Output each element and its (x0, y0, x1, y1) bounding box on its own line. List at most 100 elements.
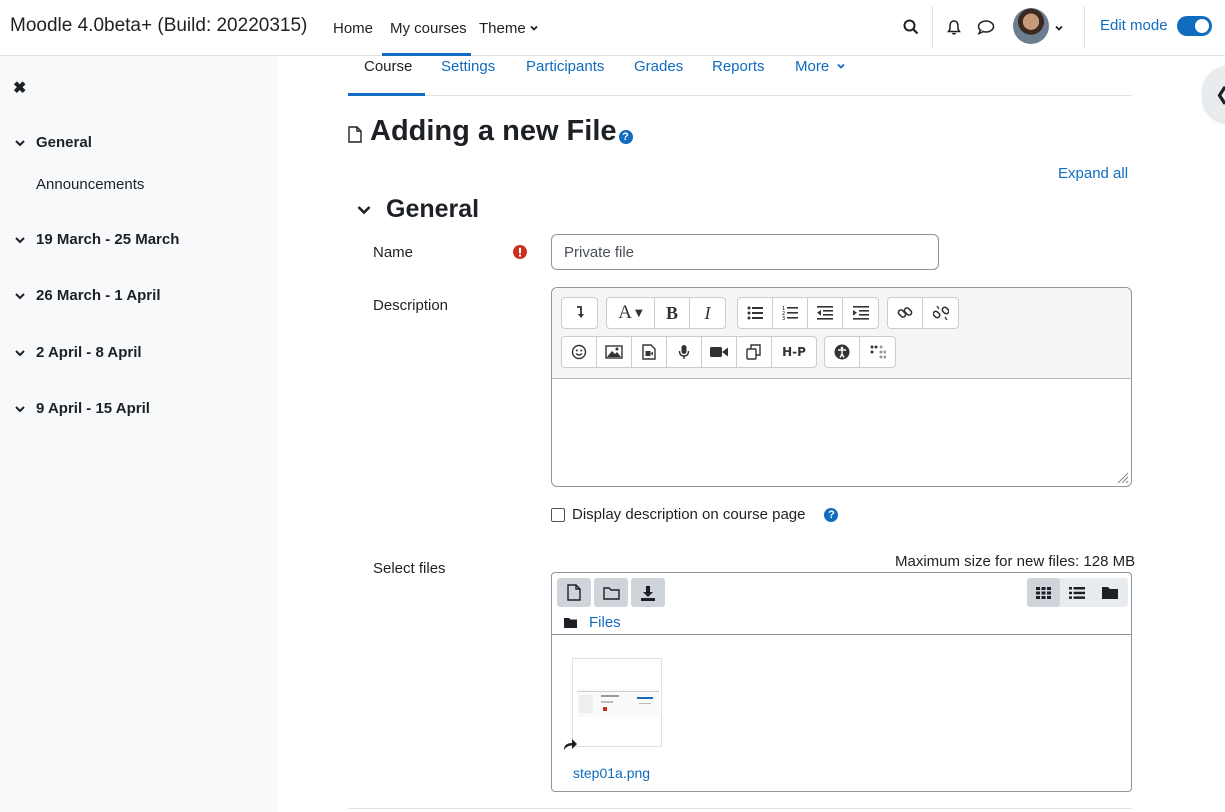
block-drawer-toggle[interactable]: ❮ (1203, 66, 1225, 122)
view-switcher (1027, 578, 1128, 607)
secondary-navigation: Course Settings Participants Grades Repo… (348, 56, 1132, 96)
drawer-section-label: 2 April - 8 April (36, 344, 142, 361)
toolbar-group-media: H-P (561, 336, 817, 368)
chat-icon[interactable] (975, 16, 997, 38)
name-input[interactable] (551, 234, 939, 270)
download-button[interactable] (631, 578, 665, 607)
display-description-label[interactable]: Display description on course page (572, 506, 805, 523)
page-header: Adding a new File ? (348, 115, 633, 148)
collapse-toolbar-button[interactable] (562, 298, 597, 328)
files-path-link[interactable]: Files (589, 614, 621, 631)
toggle-knob (1195, 19, 1209, 33)
file-name-link[interactable]: step01a.png (573, 765, 650, 781)
expand-all-link[interactable]: Expand all (1058, 165, 1128, 182)
nav-my-courses[interactable]: My courses (382, 0, 471, 56)
drawer-section-week-3[interactable]: 2 April - 8 April (14, 344, 142, 361)
chevron-down-icon (15, 292, 25, 299)
toolbar-group-lists: 123 (737, 297, 879, 329)
navbar-divider (1084, 6, 1085, 48)
toolbar-group-accessibility (824, 336, 896, 368)
drawer-section-label: General (36, 134, 92, 151)
italic-button[interactable]: I (690, 298, 725, 328)
image-button[interactable] (597, 337, 632, 367)
add-file-button[interactable] (557, 578, 591, 607)
drawer-section-label: 9 April - 15 April (36, 400, 150, 417)
drawer-section-label: 19 March - 25 March (36, 231, 180, 248)
chevron-down-icon[interactable] (1054, 20, 1064, 37)
tab-course[interactable]: Course (364, 56, 412, 96)
indent-button[interactable] (843, 298, 878, 328)
toolbar-group-style: A ▼ B I (606, 297, 726, 329)
name-label: Name (373, 244, 414, 261)
chevron-down-icon (15, 405, 25, 412)
bell-icon[interactable] (943, 16, 965, 38)
max-size-text: Maximum size for new files: 128 MB (895, 553, 1136, 570)
file-thumbnail[interactable] (572, 658, 662, 747)
section-general-header[interactable]: General (356, 195, 479, 224)
display-description-checkbox[interactable] (551, 507, 565, 522)
svg-text:3: 3 (782, 316, 785, 321)
drawer-item-announcements[interactable]: Announcements (36, 176, 144, 193)
search-icon[interactable] (900, 16, 922, 38)
tab-settings[interactable]: Settings (441, 56, 495, 96)
file-icon (348, 126, 362, 143)
chevron-down-icon (837, 63, 845, 69)
h5p-button[interactable]: H-P (772, 337, 816, 367)
editor-toolbar: A ▼ B I 123 H-P (552, 288, 1131, 379)
help-icon[interactable]: ? (824, 507, 839, 522)
unordered-list-button[interactable] (738, 298, 773, 328)
grid-view-icon[interactable] (1027, 578, 1060, 607)
unlink-button[interactable] (923, 298, 958, 328)
site-brand[interactable]: Moodle 4.0beta+ (Build: 20220315) (10, 15, 307, 37)
font-style-button[interactable]: A ▼ (607, 298, 655, 328)
edit-mode-label[interactable]: Edit mode (1100, 17, 1168, 34)
accessibility-checker-button[interactable] (825, 337, 860, 367)
help-icon[interactable]: ? (618, 129, 633, 144)
bold-button[interactable]: B (655, 298, 690, 328)
nav-theme-label: Theme (479, 19, 526, 37)
tab-participants[interactable]: Participants (526, 56, 604, 96)
drawer-section-week-4[interactable]: 9 April - 15 April (14, 400, 150, 417)
editor-content-area[interactable] (552, 379, 1131, 486)
video-button[interactable] (702, 337, 737, 367)
edit-mode-toggle[interactable] (1177, 16, 1212, 36)
nav-home[interactable]: Home (325, 0, 382, 56)
drawer-section-general[interactable]: General (14, 134, 92, 151)
create-folder-button[interactable] (594, 578, 628, 607)
drawer-section-week-1[interactable]: 19 March - 25 March (14, 231, 179, 248)
file-manager: Files step01a.png (551, 572, 1132, 792)
drawer-section-week-2[interactable]: 26 March - 1 April (14, 287, 160, 304)
list-view-icon[interactable] (1060, 578, 1093, 607)
description-label: Description (373, 297, 449, 314)
link-button[interactable] (888, 298, 923, 328)
chevron-down-icon (15, 349, 25, 356)
media-button[interactable] (632, 337, 667, 367)
microphone-button[interactable] (667, 337, 702, 367)
tab-grades[interactable]: Grades (634, 56, 683, 96)
ordered-list-button[interactable]: 123 (773, 298, 808, 328)
copy-button[interactable] (737, 337, 772, 367)
thumbnail-preview (577, 689, 659, 717)
nav-theme[interactable]: Theme (471, 0, 547, 56)
outdent-button[interactable] (808, 298, 843, 328)
navbar-divider (932, 6, 933, 48)
tab-more[interactable]: More (795, 56, 846, 96)
drawer-section-label: 26 March - 1 April (36, 287, 161, 304)
folder-view-icon[interactable] (1093, 578, 1126, 607)
emoji-button[interactable] (562, 337, 597, 367)
close-icon[interactable]: ✖ (13, 78, 26, 98)
nav-my-courses-label: My courses (390, 19, 467, 37)
toolbar-group-collapse (561, 297, 598, 329)
chevron-down-icon (15, 236, 25, 243)
description-editor: A ▼ B I 123 H-P (551, 287, 1132, 487)
chevron-down-icon (357, 205, 371, 214)
top-navbar: Moodle 4.0beta+ (Build: 20220315) Home M… (0, 0, 1225, 56)
form-bottom-divider (348, 808, 1132, 809)
display-description-row: Display description on course page ? (551, 506, 839, 523)
file-manager-divider (552, 634, 1131, 635)
resize-handle-icon[interactable] (1117, 472, 1129, 484)
screenreader-helper-button[interactable] (860, 337, 895, 367)
avatar[interactable] (1013, 8, 1049, 44)
tab-reports[interactable]: Reports (712, 56, 765, 96)
folder-icon (564, 618, 577, 628)
